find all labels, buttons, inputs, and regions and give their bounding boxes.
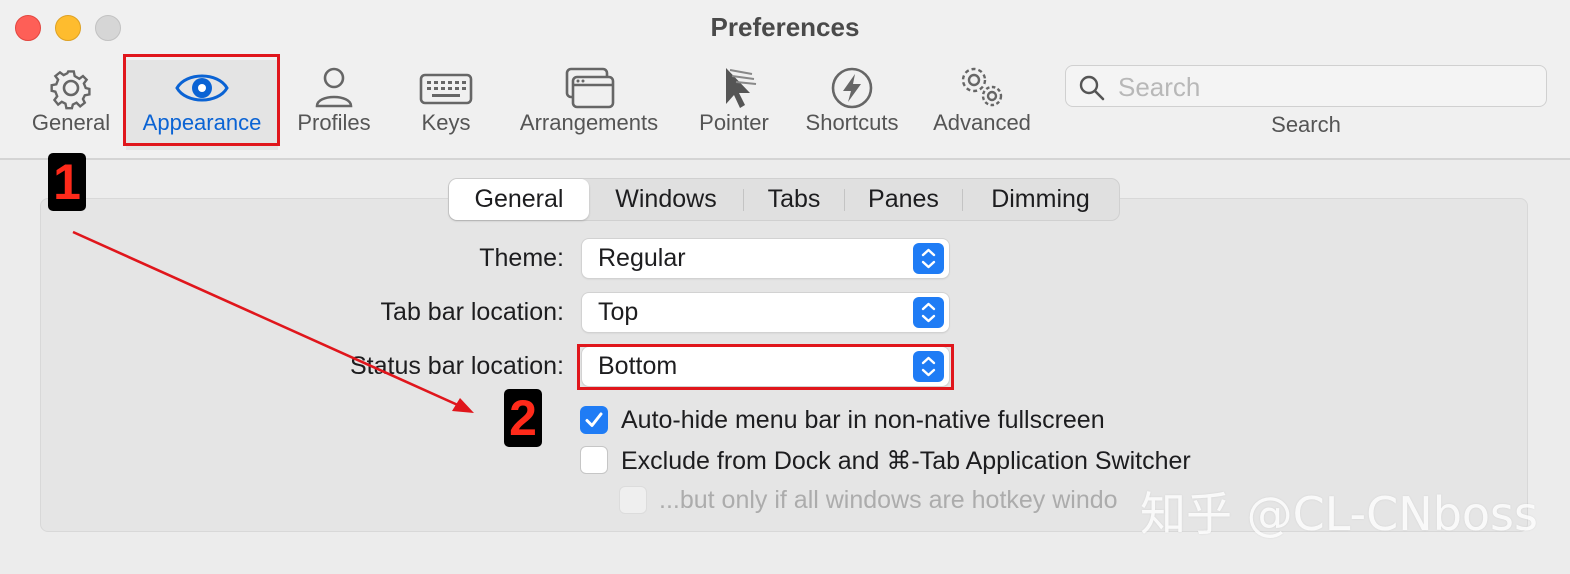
step-badge-1: 1 bbox=[48, 153, 86, 211]
exclude-dock-checkbox[interactable] bbox=[580, 446, 608, 474]
tab-tabs[interactable]: Tabs bbox=[744, 179, 844, 220]
chevron-up-down-icon bbox=[913, 297, 944, 328]
tab-panes[interactable]: Panes bbox=[845, 179, 962, 220]
toolbar-label: Profiles bbox=[297, 110, 371, 135]
status-bar-location-label: Status bar location: bbox=[349, 352, 564, 380]
keyboard-icon bbox=[419, 73, 473, 105]
toolbar-item-shortcuts[interactable]: Shortcuts bbox=[798, 60, 906, 150]
chevron-up-down-icon bbox=[913, 243, 944, 274]
person-icon bbox=[315, 67, 353, 108]
tab-bar-location-popup[interactable]: Top bbox=[582, 293, 949, 332]
window-title: Preferences bbox=[710, 12, 860, 42]
toolbar-item-general[interactable]: General bbox=[28, 60, 114, 150]
search-input[interactable] bbox=[1118, 72, 1528, 102]
toolbar-item-profiles[interactable]: Profiles bbox=[290, 60, 378, 150]
search-field[interactable] bbox=[1065, 65, 1547, 107]
tab-windows[interactable]: Windows bbox=[589, 179, 743, 220]
toolbar-label: Pointer bbox=[699, 110, 769, 135]
toolbar-item-keys[interactable]: Keys bbox=[405, 60, 487, 150]
hotkey-windows-checkbox bbox=[619, 486, 647, 514]
watermark: 知乎 @CL-CNboss bbox=[1140, 487, 1538, 541]
toolbar-item-advanced[interactable]: Advanced bbox=[928, 60, 1036, 150]
windows-icon bbox=[565, 67, 615, 109]
lightning-icon bbox=[831, 67, 873, 109]
gear-icon bbox=[50, 70, 91, 110]
theme-popup[interactable]: Regular bbox=[582, 239, 949, 278]
tab-bar-location-value: Top bbox=[598, 298, 639, 326]
auto-hide-checkbox[interactable] bbox=[580, 406, 608, 434]
appearance-highlight-box bbox=[123, 54, 280, 146]
theme-value: Regular bbox=[598, 244, 686, 272]
auto-hide-label: Auto-hide menu bar in non-native fullscr… bbox=[621, 406, 1105, 434]
search-icon bbox=[1079, 75, 1105, 101]
preferences-window: Preferences General Appearance Profiles … bbox=[0, 0, 1570, 574]
theme-label: Theme: bbox=[479, 244, 564, 272]
status-bar-highlight-box bbox=[577, 344, 954, 390]
tab-general[interactable]: General bbox=[449, 179, 589, 220]
gears-icon bbox=[961, 67, 1003, 107]
tab-bar: General Windows Tabs Panes Dimming bbox=[448, 178, 1120, 221]
checkmark-icon bbox=[585, 412, 603, 427]
toolbar-item-arrangements[interactable]: Arrangements bbox=[512, 60, 666, 150]
toolbar-label: Shortcuts bbox=[805, 110, 899, 135]
cursor-icon bbox=[726, 68, 757, 108]
toolbar-item-pointer[interactable]: Pointer bbox=[692, 60, 776, 150]
step-badge-2: 2 bbox=[504, 389, 542, 447]
hotkey-windows-label: ...but only if all windows are hotkey wi… bbox=[659, 486, 1118, 514]
exclude-dock-label: Exclude from Dock and ⌘-Tab Application … bbox=[621, 447, 1191, 475]
tab-bar-location-label: Tab bar location: bbox=[380, 298, 564, 326]
tab-dimming[interactable]: Dimming bbox=[963, 179, 1118, 220]
toolbar-label: Advanced bbox=[933, 110, 1031, 135]
toolbar-label: Keys bbox=[421, 110, 471, 135]
toolbar-label: Arrangements bbox=[519, 110, 659, 135]
search-caption: Search bbox=[1271, 112, 1341, 137]
toolbar-label: General bbox=[31, 110, 111, 135]
